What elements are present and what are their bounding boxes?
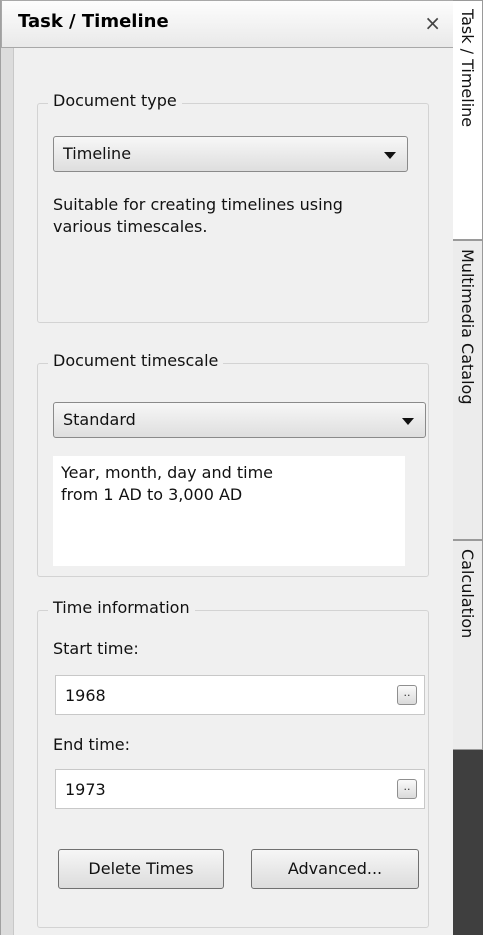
- document-type-value: Timeline: [63, 144, 132, 163]
- tab-calculation[interactable]: Calculation: [453, 540, 483, 750]
- timescale-description-line1: Year, month, day and time: [61, 463, 273, 482]
- tab-task-timeline-label: Task / Timeline: [458, 9, 477, 128]
- time-information-legend: Time information: [48, 598, 195, 617]
- end-time-value: 1973: [65, 780, 106, 799]
- task-panel: Task / Timeline × Document type Timeline…: [0, 0, 454, 935]
- advanced-button[interactable]: Advanced...: [251, 849, 419, 889]
- timescale-description-box: Year, month, day and time from 1 AD to 3…: [53, 456, 405, 566]
- document-type-group: Document type Timeline Suitable for crea…: [37, 91, 429, 323]
- tab-multimedia-catalog-label: Multimedia Catalog: [458, 249, 477, 405]
- document-type-dropdown[interactable]: Timeline: [53, 136, 408, 172]
- end-time-field[interactable]: 1973 ..: [55, 769, 425, 809]
- document-timescale-value: Standard: [63, 410, 136, 429]
- start-time-label: Start time:: [53, 639, 139, 658]
- chevron-down-icon: [384, 152, 396, 159]
- document-timescale-legend: Document timescale: [48, 351, 224, 370]
- close-icon[interactable]: ×: [424, 11, 441, 35]
- timescale-description-line2: from 1 AD to 3,000 AD: [61, 485, 243, 504]
- document-type-description: Suitable for creating timelines using va…: [53, 195, 343, 236]
- chevron-down-icon: [402, 418, 414, 425]
- end-time-label: End time:: [53, 735, 131, 754]
- tab-calculation-label: Calculation: [458, 549, 477, 639]
- tab-task-timeline[interactable]: Task / Timeline: [453, 0, 483, 240]
- start-time-field[interactable]: 1968 ..: [55, 675, 425, 715]
- document-timescale-dropdown[interactable]: Standard: [53, 402, 426, 438]
- panel-title: Task / Timeline: [18, 11, 169, 32]
- document-timescale-group: Document timescale Standard Year, month,…: [37, 351, 429, 577]
- end-time-picker-button[interactable]: ..: [397, 779, 417, 799]
- panel-left-edge: [1, 48, 14, 935]
- tab-multimedia-catalog[interactable]: Multimedia Catalog: [453, 240, 483, 540]
- panel-titlebar: Task / Timeline ×: [1, 0, 454, 48]
- document-type-legend: Document type: [48, 91, 182, 110]
- delete-times-button[interactable]: Delete Times: [58, 849, 224, 889]
- start-time-picker-button[interactable]: ..: [397, 685, 417, 705]
- time-information-group: Time information Start time: 1968 .. End…: [37, 598, 429, 928]
- start-time-value: 1968: [65, 686, 106, 705]
